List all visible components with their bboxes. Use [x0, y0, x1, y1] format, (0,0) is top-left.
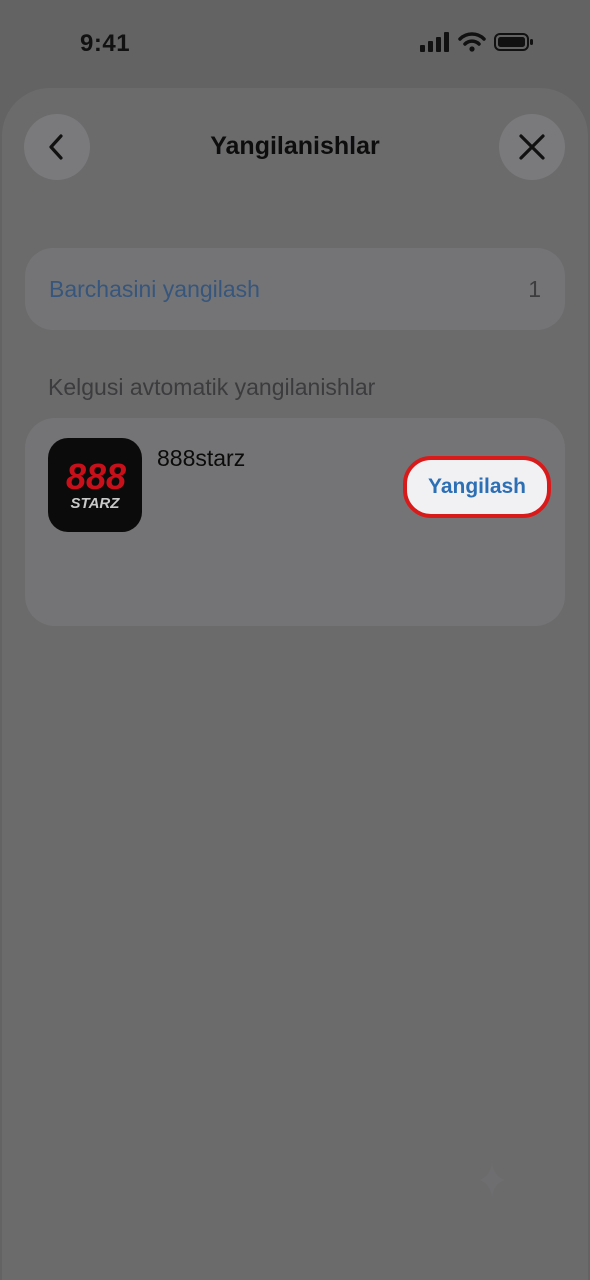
status-icons — [420, 32, 534, 52]
close-button[interactable] — [499, 114, 565, 180]
app-icon-888starz[interactable]: 888 STARZ — [48, 438, 142, 532]
wifi-icon — [458, 32, 486, 52]
app-name: 888starz — [157, 445, 246, 471]
status-bar: 9:41 — [0, 0, 590, 90]
update-app-label: Yangilash — [427, 475, 527, 498]
cellular-signal-icon — [420, 32, 449, 52]
888starz-logo: 888 STARZ — [66, 456, 126, 512]
logo-text-starz: STARZ — [71, 495, 121, 512]
update-all-row[interactable]: Barchasini yangilash 1 — [25, 248, 565, 330]
close-icon — [519, 134, 545, 160]
status-time: 9:41 — [80, 30, 131, 57]
update-all-label: Barchasini yangilash — [49, 276, 260, 302]
section-header: Kelgusi avtomatik yangilanishlar — [48, 374, 376, 400]
logo-text-888: 888 — [66, 456, 126, 497]
battery-icon — [494, 33, 533, 51]
app-update-card: 888 STARZ 888starz Yangilash — [25, 418, 565, 626]
sparkle-icon — [478, 1162, 506, 1198]
update-app-button[interactable]: Yangilash — [403, 456, 551, 518]
update-count: 1 — [528, 276, 541, 302]
